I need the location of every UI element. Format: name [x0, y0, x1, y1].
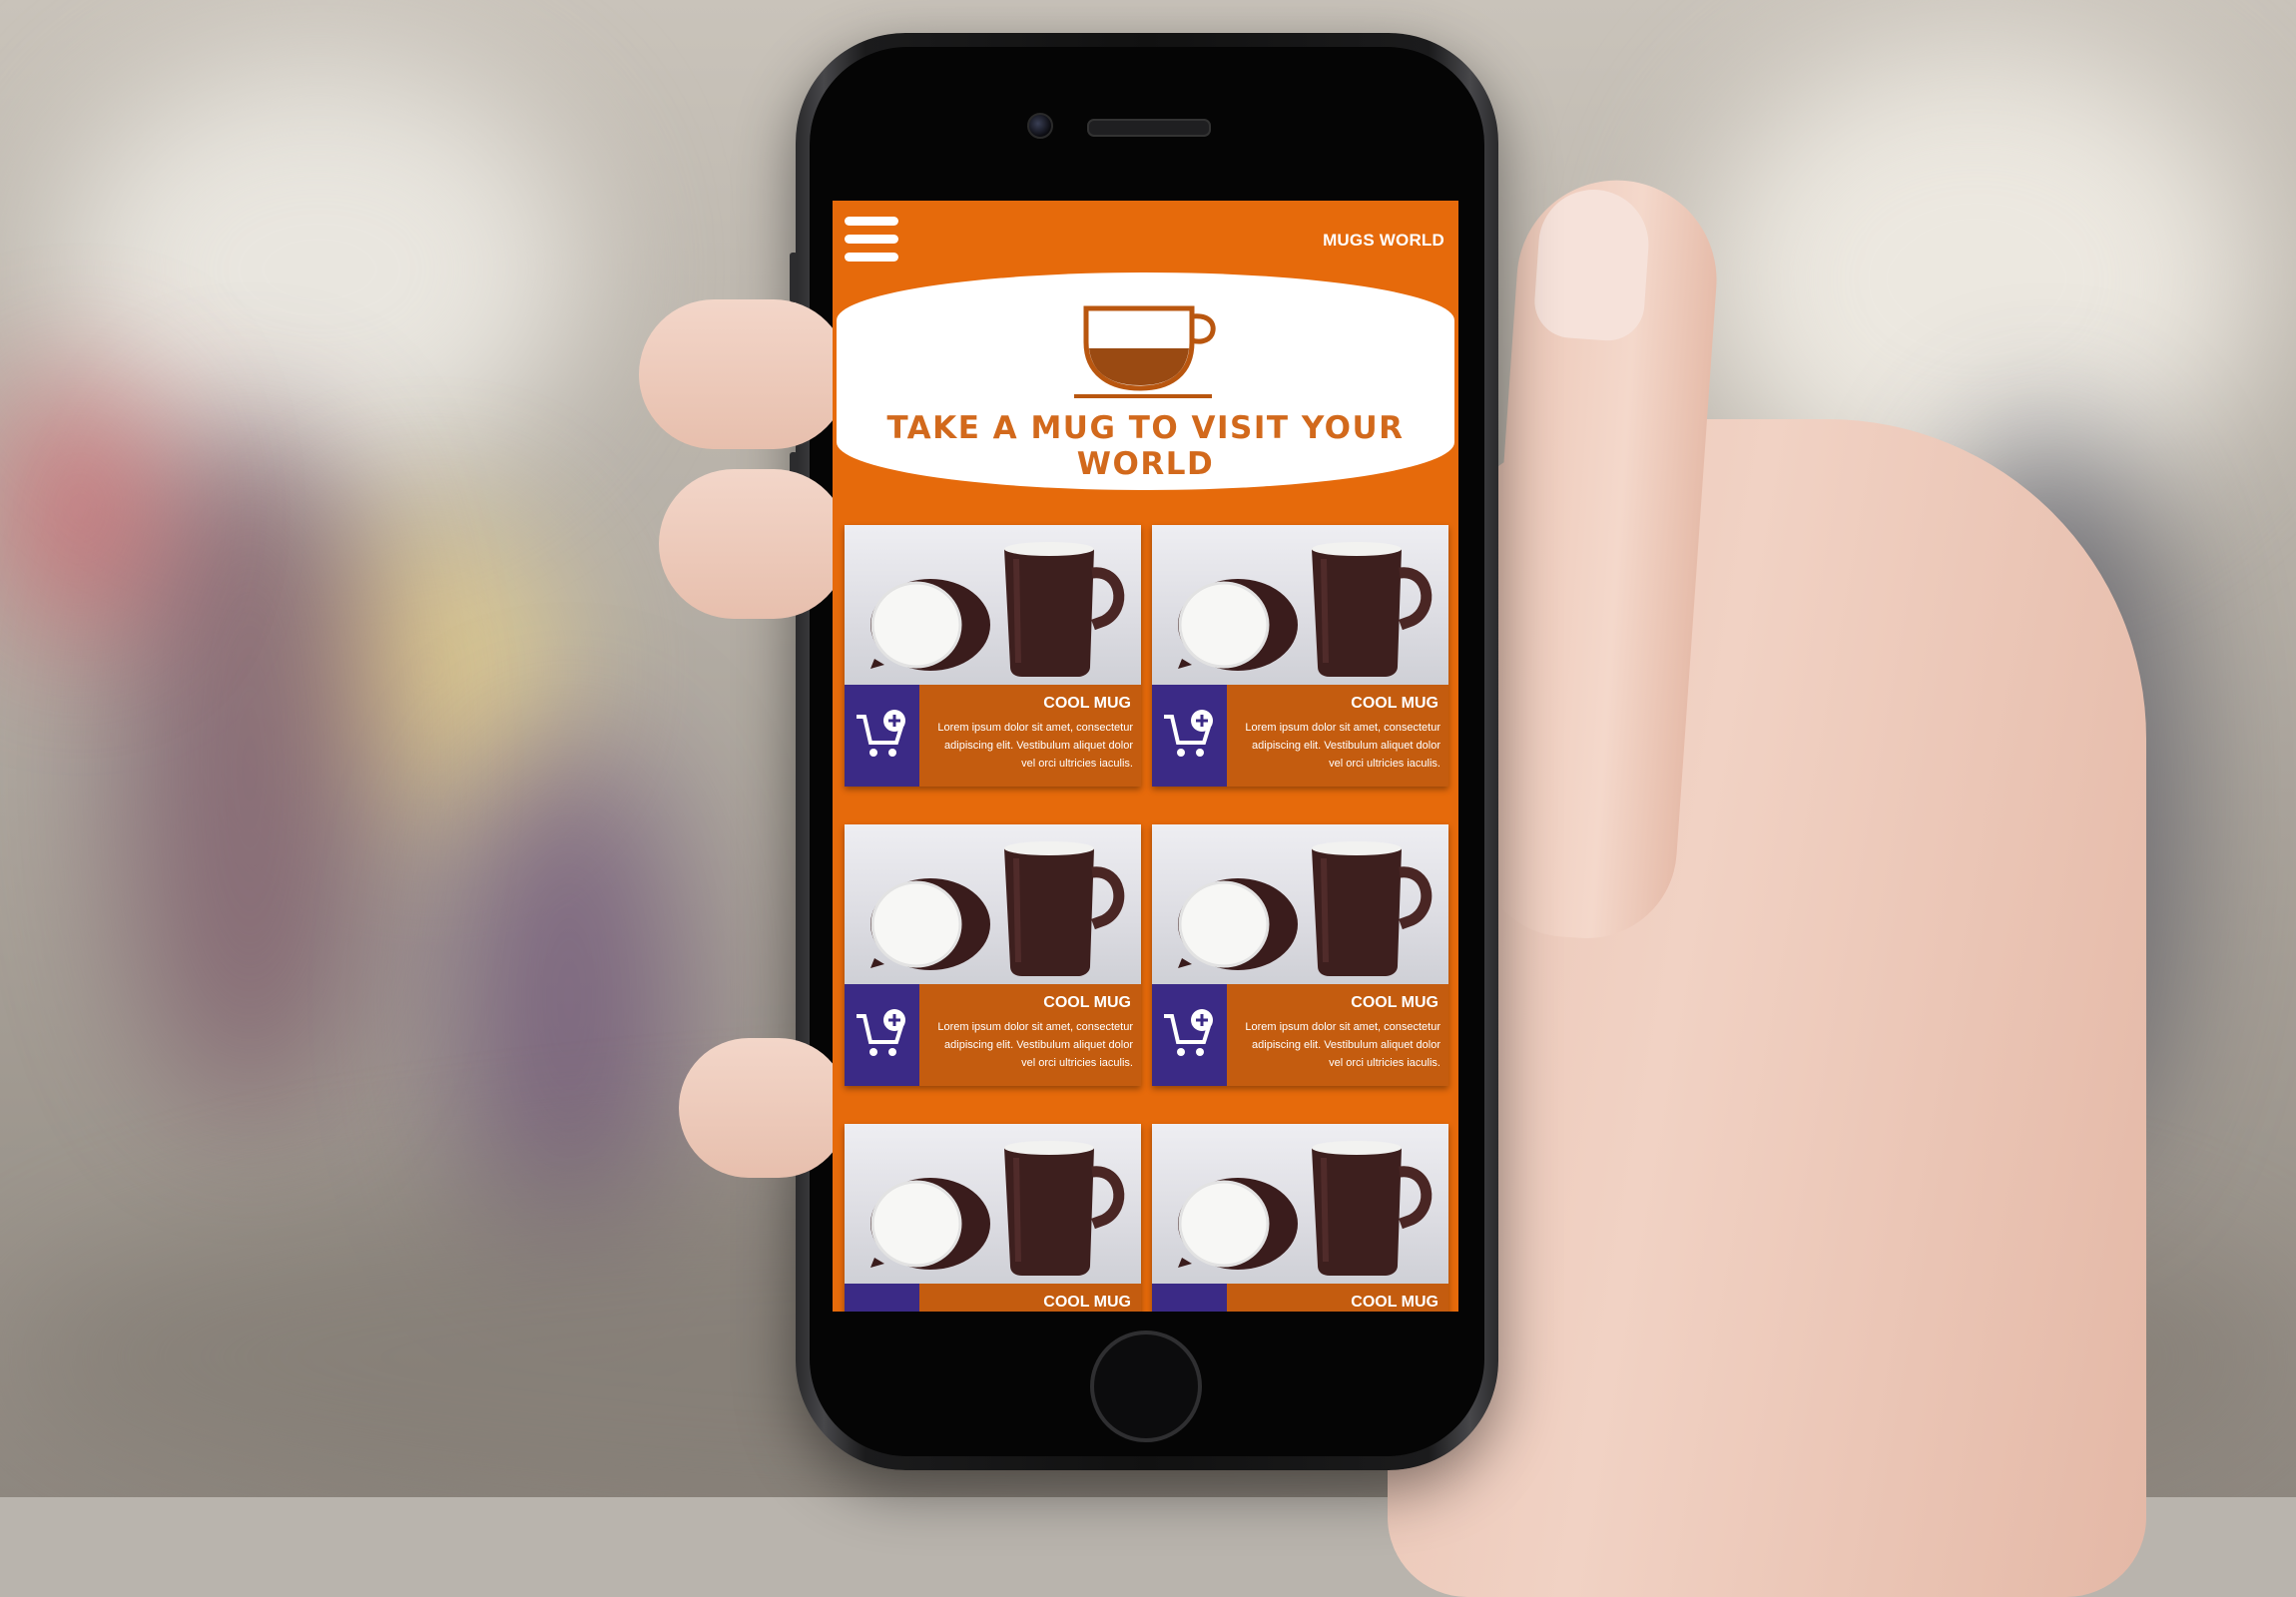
mug-tipped-image	[1178, 1178, 1298, 1270]
product-image	[845, 824, 1141, 984]
product-description: Lorem ipsum dolor sit amet, consectetur …	[1245, 722, 1440, 770]
add-to-cart-button[interactable]	[845, 984, 919, 1086]
product-title: COOL MUG	[1043, 994, 1131, 1011]
product-card[interactable]: COOL MUG	[845, 1124, 1141, 1312]
product-title: COOL MUG	[1351, 994, 1438, 1011]
mug-upright-image	[1312, 542, 1433, 677]
mug-upright-image	[1004, 841, 1125, 976]
app-screen: MUGS WORLD TAKE A MUG TO VISIT YOUR WORL…	[833, 201, 1458, 1312]
mug-tipped-image	[870, 878, 990, 970]
product-title: COOL MUG	[1043, 1294, 1131, 1311]
product-image	[1152, 1124, 1448, 1284]
product-title: COOL MUG	[1043, 695, 1131, 712]
add-to-cart-icon	[1164, 710, 1213, 757]
product-title: COOL MUG	[1351, 695, 1438, 712]
mute-switch	[790, 253, 798, 302]
product-description: Lorem ipsum dolor sit amet, consectetur …	[1245, 1021, 1440, 1069]
add-to-cart-button[interactable]	[845, 1284, 919, 1312]
thumb-nail	[1531, 186, 1653, 343]
add-to-cart-button[interactable]	[1152, 984, 1227, 1086]
mug-upright-image	[1004, 1141, 1125, 1276]
mug-tipped-image	[870, 579, 990, 671]
app-title: MUGS WORLD	[1323, 231, 1444, 250]
mug-tipped-image	[1178, 579, 1298, 671]
finger	[659, 469, 849, 619]
product-image	[845, 1124, 1141, 1284]
hamburger-menu-icon[interactable]	[845, 217, 898, 263]
product-description: Lorem ipsum dolor sit amet, consectetur …	[937, 722, 1133, 770]
coffee-cup-icon	[1074, 305, 1216, 398]
home-button[interactable]	[1090, 1331, 1202, 1442]
mug-tipped-image	[870, 1178, 990, 1270]
add-to-cart-icon	[857, 1009, 905, 1056]
mug-upright-image	[1004, 542, 1125, 677]
product-image	[1152, 824, 1448, 984]
background-light	[60, 60, 579, 479]
background-figure	[0, 379, 160, 639]
product-description: Lorem ipsum dolor sit amet, consectetur …	[937, 1021, 1133, 1069]
product-card[interactable]: COOL MUG Lorem ipsum dolor sit amet, con…	[1152, 525, 1448, 787]
finger	[639, 299, 849, 449]
product-card[interactable]: COOL MUG	[1152, 1124, 1448, 1312]
mug-upright-image	[1312, 1141, 1433, 1276]
add-to-cart-icon	[857, 710, 905, 757]
hero-tagline: TAKE A MUG TO VISIT YOUR WORLD	[886, 410, 1405, 482]
finger	[679, 1038, 849, 1178]
add-to-cart-icon	[1164, 1009, 1213, 1056]
add-to-cart-button[interactable]	[845, 685, 919, 787]
product-title: COOL MUG	[1351, 1294, 1438, 1311]
product-card[interactable]: COOL MUG Lorem ipsum dolor sit amet, con…	[845, 525, 1141, 787]
product-card[interactable]: COOL MUG Lorem ipsum dolor sit amet, con…	[845, 824, 1141, 1086]
app-bar: MUGS WORLD	[833, 201, 1458, 272]
earpiece-speaker	[1087, 119, 1211, 137]
hero-banner: TAKE A MUG TO VISIT YOUR WORLD	[837, 272, 1454, 490]
product-image	[1152, 525, 1448, 685]
mug-upright-image	[1312, 841, 1433, 976]
product-image	[845, 525, 1141, 685]
add-to-cart-button[interactable]	[1152, 1284, 1227, 1312]
front-camera	[1027, 113, 1053, 139]
mug-tipped-image	[1178, 878, 1298, 970]
add-to-cart-button[interactable]	[1152, 685, 1227, 787]
product-card[interactable]: COOL MUG Lorem ipsum dolor sit amet, con…	[1152, 824, 1448, 1086]
